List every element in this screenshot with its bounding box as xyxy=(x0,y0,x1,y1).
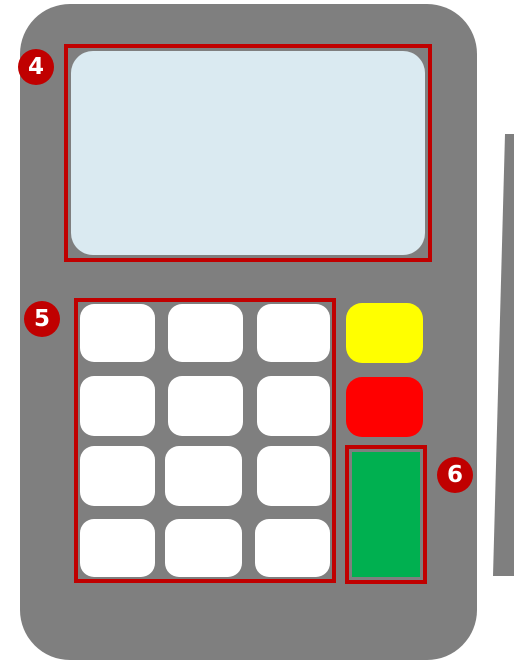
red-function-key xyxy=(346,377,423,437)
payment-terminal-diagram: 4 5 6 xyxy=(0,0,514,664)
screen-highlight-frame xyxy=(64,44,432,262)
keypad-highlight-frame xyxy=(74,298,336,583)
card-slot-side xyxy=(493,134,514,576)
yellow-function-key xyxy=(346,303,423,363)
confirm-key-highlight-frame xyxy=(345,445,427,584)
callout-confirm-key: 6 xyxy=(437,457,473,493)
callout-keypad: 5 xyxy=(24,301,60,337)
callout-screen: 4 xyxy=(18,49,54,85)
